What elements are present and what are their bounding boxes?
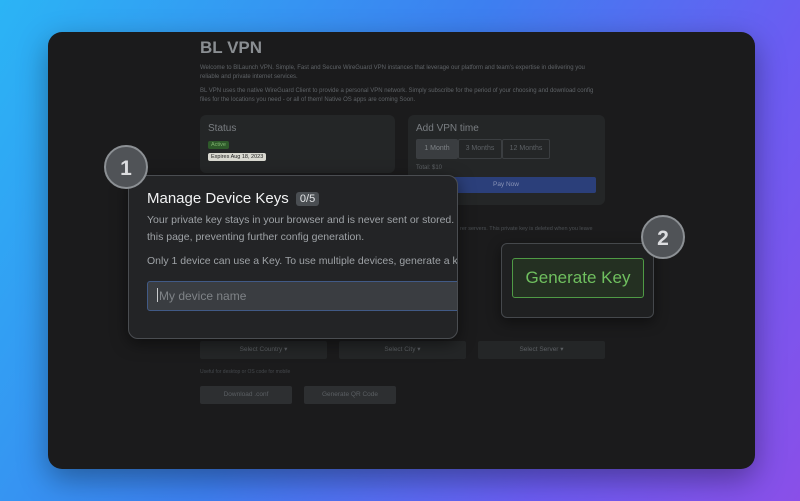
expiry-badge: Expires Aug 18, 2023 <box>208 153 267 161</box>
generate-key-button[interactable]: Generate Key <box>512 258 644 298</box>
status-badge: Active <box>208 141 229 149</box>
intro-line-1: Welcome to BlLaunch VPN. Simple, Fast an… <box>200 65 585 71</box>
download-hint: Useful for desktop or OS code for mobile <box>200 369 291 375</box>
device-name-input[interactable]: My device name <box>147 281 457 311</box>
option-3-months[interactable]: 3 Months <box>458 139 502 159</box>
generate-qr-button[interactable]: Generate QR Code <box>304 386 396 404</box>
text-caret <box>157 288 158 302</box>
private-key-text-2: this page, preventing further config gen… <box>147 231 365 243</box>
select-city[interactable]: Select City ▾ <box>339 341 466 359</box>
intro-line-2: BL VPN uses the native WireGuard Client … <box>200 88 594 94</box>
generate-key-panel: Generate Key <box>501 243 654 318</box>
add-time-title: Add VPN time <box>416 123 479 134</box>
key-count-badge: 0/5 <box>295 192 320 206</box>
manage-keys-heading: Manage Device Keys 0/5 <box>147 190 320 207</box>
app-title: BL VPN <box>200 38 263 57</box>
download-conf-button[interactable]: Download .conf <box>200 386 292 404</box>
manage-keys-title: Manage Device Keys <box>147 190 289 207</box>
option-12-months[interactable]: 12 Months <box>502 139 550 159</box>
manage-device-keys-panel: Manage Device Keys 0/5 Your private key … <box>128 175 458 339</box>
device-name-placeholder: My device name <box>159 289 247 303</box>
private-key-note: rer servers. This private key is deleted… <box>460 226 593 232</box>
total-text: Total: $10 <box>416 165 443 171</box>
status-card: Status Active Expires Aug 18, 2023 <box>200 115 395 173</box>
option-1-month[interactable]: 1 Month <box>416 139 458 159</box>
device-limit-text: Only 1 device can use a Key. To use mult… <box>147 255 458 267</box>
private-key-text-1: Your private key stays in your browser a… <box>147 214 458 226</box>
intro-line-2b: files for the locations you need - or al… <box>200 97 416 103</box>
step-1-badge: 1 <box>104 145 148 189</box>
status-title: Status <box>208 123 237 134</box>
select-country[interactable]: Select Country ▾ <box>200 341 327 359</box>
step-2-badge: 2 <box>641 215 685 259</box>
select-server[interactable]: Select Server ▾ <box>478 341 605 359</box>
intro-line-1b: reliable and private internet services. <box>200 74 298 80</box>
